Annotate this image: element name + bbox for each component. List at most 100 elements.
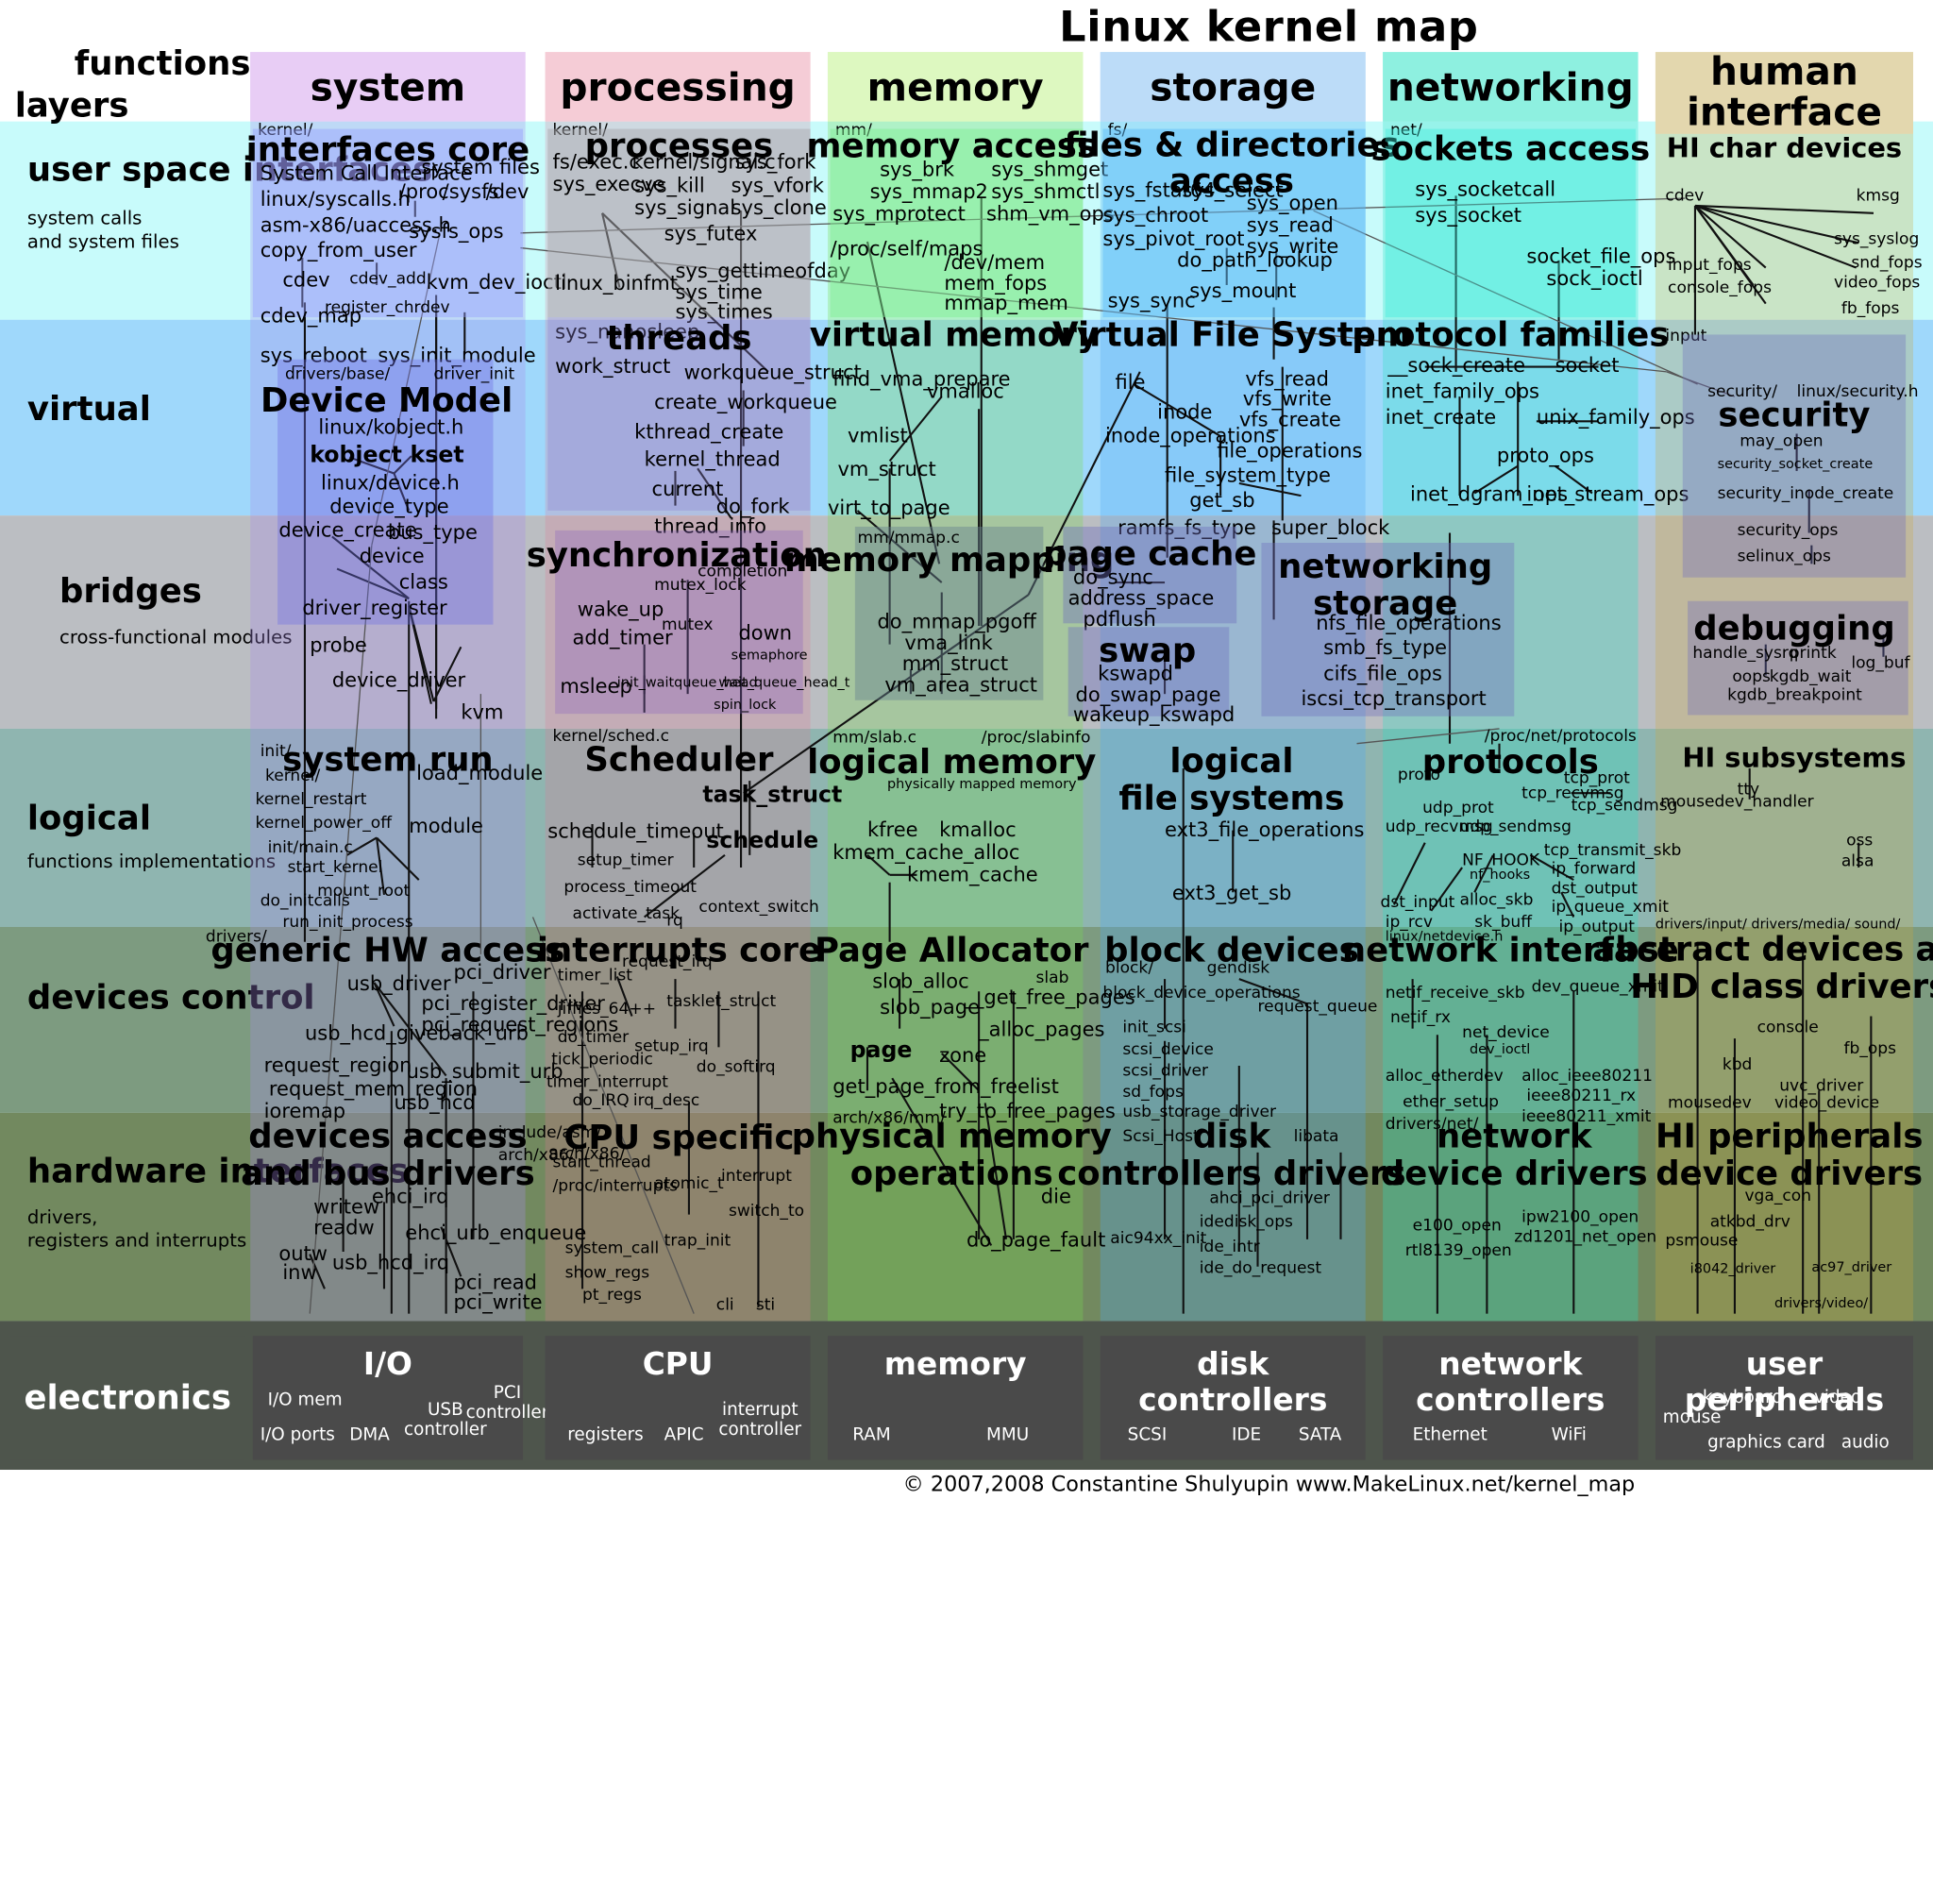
label-schedule: schedule — [706, 827, 819, 854]
label-security-inode-create: security_inode_create — [1717, 484, 1894, 504]
label-physically-mapped-memory: physically mapped memory — [886, 775, 1077, 792]
label-i8042-driver: i8042_driver — [1689, 1260, 1776, 1277]
label-printk: printk — [1789, 644, 1837, 664]
item-sata: SATA — [1298, 1424, 1342, 1445]
label-zd1201-net-open: zd1201_net_open — [1514, 1228, 1657, 1247]
label-do-softirq: do_softirq — [696, 1058, 776, 1077]
label-get-page-from-freelist: get_page_from_freelist — [832, 1074, 1059, 1099]
block-title-logical-file-systems: logical file systems — [1118, 742, 1345, 818]
label-fb-fops: fb_fops — [1841, 299, 1900, 319]
block-title-disk-controllers-drivers: disk controllers drivers — [1057, 1118, 1406, 1194]
label-kthread-create: kthread_create — [634, 420, 784, 444]
label-current: current — [651, 477, 724, 501]
block-title-network-device-drivers: network device drivers — [1380, 1118, 1648, 1194]
label-handle-sysrq: handle_sysrq — [1692, 644, 1799, 664]
column-header-processing: processing — [545, 52, 811, 122]
label-sys-kill: sys_kill — [634, 173, 705, 197]
label-timer-interrupt: timer_interrupt — [546, 1072, 668, 1092]
column-header-networking: networking — [1383, 52, 1639, 122]
item-registers: registers — [567, 1424, 644, 1445]
label-libata: libata — [1293, 1127, 1339, 1147]
label-proto-ops: proto_ops — [1496, 443, 1594, 467]
label-sys-signal: sys_signal — [634, 195, 736, 220]
layer-label-virtual: virtual — [27, 391, 151, 430]
item-apic: APIC — [664, 1424, 704, 1445]
label-kvm: kvm — [461, 699, 504, 724]
label-get-sb: get_sb — [1189, 488, 1255, 513]
label-sys-brk: sys_brk — [880, 157, 955, 181]
label-module: module — [409, 814, 483, 838]
label-sys-read: sys_read — [1246, 212, 1334, 237]
label-may-open: may_open — [1740, 432, 1824, 451]
block-title-threads: threads — [606, 319, 752, 359]
label-scsi-device: scsi_device — [1122, 1040, 1214, 1060]
label-tasklet-struct: tasklet_struct — [666, 992, 777, 1012]
label-wait-queue-head-t: wait_queue_head_t — [718, 674, 850, 691]
label-writew: writew — [313, 1194, 380, 1219]
label-ehci-irq: ehci_irq — [371, 1185, 449, 1208]
page-title: Linux kernel map — [1059, 2, 1479, 53]
label-sys-gettimeofday: sys_gettimeofday — [675, 259, 851, 283]
label-virt-to-page: virt_to_page — [827, 496, 950, 520]
block-title-scheduler: Scheduler — [584, 741, 774, 780]
label-cdev-map: cdev_map — [260, 303, 362, 328]
axis-label-functions: functions — [74, 44, 251, 83]
label-dev: /dev — [485, 179, 529, 204]
column-title: system — [310, 65, 466, 110]
label-ext3-file-operations: ext3_file_operations — [1165, 817, 1365, 842]
label-usb-hcd-giveback-urb: usb_hcd_giveback_urb — [304, 1020, 529, 1045]
block-title-protocol-families: protocol families — [1352, 315, 1670, 355]
label-linux-kobject-h: linux/kobject.h — [318, 414, 464, 439]
item-graphics-card: graphics card — [1707, 1432, 1825, 1453]
label-add-timer: add_timer — [572, 625, 673, 649]
item-io-ports: I/O ports — [260, 1424, 335, 1445]
label-sys-clone: sys_clone — [731, 195, 827, 220]
label-kmsg: kmsg — [1856, 187, 1900, 206]
item-wifi: WiFi — [1551, 1424, 1587, 1445]
label-ac97-driver: ac97_driver — [1811, 1258, 1892, 1275]
label-sys-mmap2: sys_mmap2 — [869, 179, 988, 204]
label-request-region: request_region — [263, 1053, 412, 1077]
label-udp-sendmsg: udp_sendmsg — [1459, 817, 1572, 837]
label-ide-do-request: ide_do_request — [1199, 1258, 1322, 1278]
layer-label-logical: logical functions implementations — [27, 800, 276, 873]
label-sysfs-ops: sysfs_ops — [409, 219, 504, 244]
electronics-group-memory: memory RAM MMU — [827, 1336, 1084, 1460]
label-security-socket-create: security_socket_create — [1717, 456, 1874, 473]
label-context-switch: context_switch — [698, 898, 819, 918]
label-super-block: super_block — [1270, 515, 1390, 540]
label-sys-socketcall: sys_socketcall — [1415, 177, 1556, 201]
label-rtl8139-open: rtl8139_open — [1404, 1241, 1512, 1261]
label-task-struct: task_struct — [702, 782, 843, 808]
label-schedule-timeout: schedule_timeout — [547, 818, 724, 843]
label-video-device: video_device — [1773, 1094, 1880, 1113]
label-tick-periodic: tick_periodic — [551, 1051, 653, 1070]
label-usb-hcd: usb_hcd — [394, 1090, 476, 1115]
label-security-ops: security_ops — [1737, 521, 1839, 541]
layer-title: virtual — [26, 390, 151, 430]
column-header-memory: memory — [827, 52, 1084, 122]
label-alloc-ieee80211: alloc_ieee80211 — [1521, 1067, 1653, 1087]
group-title: disk controllers — [1138, 1345, 1328, 1418]
label-mousedev: mousedev — [1668, 1094, 1752, 1113]
electronics-label-text: electronics — [24, 1378, 231, 1418]
electronics-group-cpu: CPU registers APIC interrupt controller — [545, 1336, 811, 1460]
label-linux-device-h: linux/device.h — [321, 470, 460, 495]
label-vmlist: vmlist — [847, 423, 908, 447]
label-e100-open: e100_open — [1412, 1217, 1502, 1236]
label-address-space: address_space — [1067, 585, 1215, 610]
column-title: processing — [560, 65, 796, 110]
label-spin-lock: spin_lock — [714, 696, 777, 713]
label-kmem-cache: kmem_cache — [906, 862, 1038, 886]
label-shm-vm-ops: shm_vm_ops — [986, 201, 1115, 226]
label-ehci-urb-enqueue: ehci_urb_enqueue — [405, 1221, 587, 1245]
label-kgdb-wait: kgdb_wait — [1769, 667, 1852, 687]
item-mmu: MMU — [986, 1424, 1030, 1445]
label-unix-family-ops: unix_family_ops — [1536, 405, 1695, 430]
electronics-group-user-peripherals: user peripherals keyboard mouse graphics… — [1655, 1336, 1913, 1460]
label-kset: kset — [410, 442, 464, 469]
block-title-hi-peripherals: HI peripherals device drivers — [1655, 1118, 1924, 1194]
label-probe: probe — [310, 632, 367, 657]
label-activate-task: activate_task — [572, 904, 681, 924]
label-class: class — [398, 569, 448, 594]
